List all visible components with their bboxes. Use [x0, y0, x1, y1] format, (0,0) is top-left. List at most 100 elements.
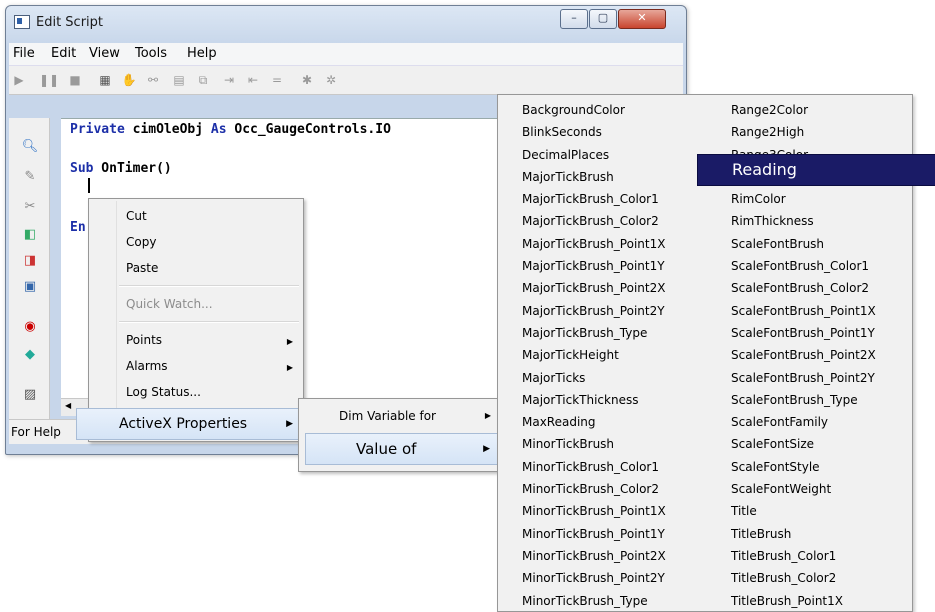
menu-help[interactable]: Help [187, 46, 217, 61]
bookmark-next-icon[interactable]: ✲ [323, 72, 339, 88]
property-item[interactable]: MaxReading [522, 411, 666, 433]
property-item[interactable]: BackgroundColor [522, 99, 666, 121]
code-text: Occ_GaugeControls.IO [226, 122, 391, 137]
property-item[interactable]: MinorTickBrush_Color2 [522, 478, 666, 500]
property-item[interactable]: Range2High [731, 121, 876, 143]
menu-quick-watch[interactable]: Quick Watch... [126, 297, 213, 311]
pause-icon[interactable]: ❚❚ [39, 72, 59, 88]
menu-alarms[interactable]: Alarms [126, 359, 168, 373]
keyword: Private [70, 122, 125, 137]
property-item[interactable]: ScaleFontBrush_Type [731, 389, 876, 411]
property-item[interactable]: MajorTickThickness [522, 389, 666, 411]
property-item[interactable]: MajorTickBrush_Point1Y [522, 255, 666, 277]
submenu-arrow-icon: ▶ [286, 363, 293, 372]
equals-icon[interactable]: = [269, 72, 285, 88]
property-item[interactable]: ScaleFontWeight [731, 478, 876, 500]
bookmark-icon[interactable]: ✱ [299, 72, 315, 88]
property-item[interactable]: ScaleFontSize [731, 433, 876, 455]
code-line-1: Private cimOleObj As Occ_GaugeControls.I… [70, 122, 391, 137]
menu-tools[interactable]: Tools [135, 46, 167, 61]
property-item[interactable]: RimThickness [731, 210, 876, 232]
property-item[interactable]: ScaleFontFamily [731, 411, 876, 433]
keyword: Sub [70, 161, 94, 176]
title-bar[interactable]: Edit Script – ▢ ✕ [6, 6, 686, 40]
alarms-icon[interactable]: ⧉ [195, 72, 211, 88]
property-item[interactable]: MinorTickBrush_Color1 [522, 456, 666, 478]
maximize-button[interactable]: ▢ [589, 9, 617, 29]
run-icon[interactable]: ▶ [11, 72, 27, 88]
menu-cut[interactable]: Cut [126, 209, 147, 223]
property-item[interactable]: BlinkSeconds [522, 121, 666, 143]
property-item[interactable]: MajorTickBrush_Type [522, 322, 666, 344]
reading-label: Reading [732, 160, 797, 179]
property-item[interactable]: MinorTickBrush [522, 433, 666, 455]
code-line-2: Sub OnTimer() [70, 161, 172, 176]
menu-separator [119, 321, 299, 323]
property-item[interactable]: Range2Color [731, 99, 876, 121]
property-item[interactable]: ScaleFontBrush_Point2X [731, 344, 876, 366]
property-item[interactable]: MinorTickBrush_Point2X [522, 545, 666, 567]
property-item[interactable]: ScaleFontBrush_Point1X [731, 300, 876, 322]
property-item[interactable]: TitleBrush_Color2 [731, 567, 876, 589]
property-item[interactable]: TitleBrush_Point1X [731, 590, 876, 611]
menu-activex-properties[interactable]: ActiveX Properties ▶ [76, 408, 304, 440]
sound-icon[interactable]: ◉ [21, 318, 39, 336]
minimize-button[interactable]: – [560, 9, 588, 29]
close-button[interactable]: ✕ [618, 9, 666, 29]
property-item[interactable]: TitleBrush_Color1 [731, 545, 876, 567]
property-item[interactable]: MajorTickBrush_Color2 [522, 210, 666, 232]
property-item[interactable]: ScaleFontBrush_Point2Y [731, 367, 876, 389]
property-item[interactable]: ScaleFontStyle [731, 456, 876, 478]
toolbar: ▶ ❚❚ ■ ▦ ✋ ⚯ ▤ ⧉ ⇥ ⇤ = ✱ ✲ [9, 66, 683, 95]
property-item[interactable]: MinorTickBrush_Point1X [522, 500, 666, 522]
property-item[interactable]: ScaleFontBrush [731, 233, 876, 255]
menu-log-status[interactable]: Log Status... [126, 385, 201, 399]
object-icon[interactable]: ◧ [21, 226, 39, 244]
property-item[interactable]: MajorTickBrush_Point2X [522, 277, 666, 299]
image-icon[interactable]: ▣ [21, 278, 39, 296]
property-item[interactable]: ScaleFontBrush_Color2 [731, 277, 876, 299]
property-item[interactable]: MajorTickBrush_Point1X [522, 233, 666, 255]
property-item[interactable]: ScaleFontBrush_Point1Y [731, 322, 876, 344]
wand-icon[interactable]: ✎ [21, 168, 39, 186]
property-reading-highlighted[interactable]: Reading [697, 154, 935, 186]
menu-paste[interactable]: Paste [126, 261, 158, 275]
gem-icon[interactable]: ◆ [21, 346, 39, 364]
points-icon[interactable]: ▤ [171, 72, 187, 88]
submenu-arrow-icon: ▶ [483, 444, 490, 454]
property-item[interactable]: MajorTickBrush_Color1 [522, 188, 666, 210]
menu-value-of[interactable]: Value of ▶ [305, 433, 499, 465]
indent-icon[interactable]: ⇥ [221, 72, 237, 88]
hand-icon[interactable]: ✋ [121, 72, 137, 88]
menu-bar: File Edit View Tools Help [9, 43, 683, 66]
context-menu: Cut Copy Paste Quick Watch... Points ▶ A… [88, 198, 304, 442]
menu-separator [119, 285, 299, 287]
property-item[interactable]: MajorTickHeight [522, 344, 666, 366]
property-item[interactable]: MinorTickBrush_Point2Y [522, 567, 666, 589]
outdent-icon[interactable]: ⇤ [245, 72, 261, 88]
property-item[interactable]: Title [731, 500, 876, 522]
menu-view[interactable]: View [89, 46, 120, 61]
menu-dim-variable[interactable]: Dim Variable for [339, 409, 436, 423]
property-item[interactable]: ScaleFontBrush_Color1 [731, 255, 876, 277]
property-item[interactable]: TitleBrush [731, 523, 876, 545]
window-title: Edit Script [36, 15, 104, 30]
stop-icon[interactable]: ■ [67, 72, 83, 88]
menu-file[interactable]: File [13, 46, 35, 61]
find-icon[interactable]: 🔍︎ [21, 138, 39, 156]
property-item[interactable]: DecimalPlaces [522, 144, 666, 166]
menu-points[interactable]: Points [126, 333, 162, 347]
menu-copy[interactable]: Copy [126, 235, 156, 249]
property-item[interactable]: MajorTickBrush_Point2Y [522, 300, 666, 322]
insert-icon[interactable]: ◨ [21, 252, 39, 270]
watch-icon[interactable]: ⚯ [145, 72, 161, 88]
property-item[interactable]: MinorTickBrush_Point1Y [522, 523, 666, 545]
menu-edit[interactable]: Edit [51, 46, 76, 61]
property-item[interactable]: MinorTickBrush_Type [522, 590, 666, 611]
property-item[interactable]: MajorTickBrush [522, 166, 666, 188]
property-item[interactable]: RimColor [731, 188, 876, 210]
script-icon[interactable]: ▨ [21, 386, 39, 404]
calendar-icon[interactable]: ▦ [97, 72, 113, 88]
scissors-icon[interactable]: ✂ [21, 198, 39, 216]
property-item[interactable]: MajorTicks [522, 367, 666, 389]
